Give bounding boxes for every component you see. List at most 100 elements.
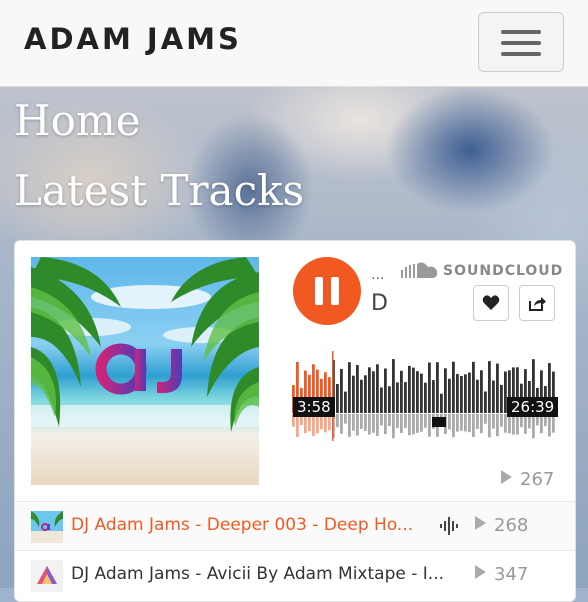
- waveform-reflection-bar: [372, 414, 375, 433]
- waveform-reflection-bar: [448, 414, 451, 430]
- waveform-icon: [439, 516, 459, 540]
- waveform-reflection-bar: [344, 414, 347, 424]
- waveform-reflection-bar: [548, 414, 551, 437]
- pause-button[interactable]: [293, 257, 361, 325]
- page-title: Home: [14, 96, 141, 145]
- play-count-icon: [475, 565, 486, 579]
- waveform-bar: [472, 361, 475, 413]
- play-count-icon: [475, 516, 486, 530]
- waveform-reflection-bar: [312, 414, 315, 436]
- waveform-reflection-bar: [400, 414, 403, 433]
- waveform-reflection-bar: [484, 414, 487, 424]
- playlist-item-plays: 347: [475, 564, 528, 585]
- waveform-reflection-bar: [376, 414, 379, 436]
- waveform-bar: [440, 393, 443, 413]
- share-button[interactable]: [519, 285, 555, 321]
- waveform-playhead[interactable]: [332, 351, 334, 441]
- waveform-reflection-bar: [384, 414, 387, 434]
- waveform-reflection-bar: [428, 414, 431, 437]
- duration-time: 26:39: [507, 397, 559, 417]
- soundcloud-logo-icon[interactable]: [401, 261, 439, 283]
- waveform-bar: [484, 391, 487, 413]
- waveform-bar: [468, 372, 471, 413]
- waveform-bar: [436, 362, 439, 413]
- waveform-bar: [420, 373, 423, 413]
- waveform-bar: [488, 361, 491, 413]
- playlist-item-title[interactable]: DJ Adam Jams - Avicii By Adam Mixtape - …: [71, 564, 444, 584]
- waveform-bar: [364, 375, 367, 413]
- waveform-reflection-bar: [356, 414, 359, 436]
- playlist-item[interactable]: DJ Adam Jams - Avicii By Adam Mixtape - …: [15, 550, 575, 599]
- waveform-scrubber[interactable]: [292, 351, 556, 441]
- waveform-reflection-bar: [416, 414, 419, 433]
- waveform-reflection-bar: [360, 414, 363, 429]
- waveform-bar: [476, 379, 479, 413]
- waveform-reflection-bar: [488, 414, 491, 438]
- waveform-bar: [460, 376, 463, 413]
- waveform-bar: [352, 375, 355, 413]
- playlist-item-title[interactable]: DJ Adam Jams - Deeper 003 - Deep Ho...: [71, 515, 413, 535]
- waveform-reflection-bar: [396, 414, 399, 428]
- waveform-reflection-bar: [336, 414, 339, 428]
- waveform-reflection-bar: [296, 414, 299, 437]
- waveform-bar: [500, 384, 503, 413]
- brand-logo-text[interactable]: ADAM JAMS: [24, 22, 242, 56]
- waveform-bar: [388, 386, 391, 413]
- track-artwork[interactable]: [31, 257, 259, 485]
- waveform-reflection-bar: [412, 414, 415, 435]
- waveform-reflection-bar: [456, 414, 459, 432]
- track-title[interactable]: D: [371, 291, 388, 316]
- section-title: Latest Tracks: [14, 166, 305, 215]
- play-count-icon: [501, 470, 512, 484]
- waveform-bar: [492, 380, 495, 413]
- waveform-bar: [356, 365, 359, 413]
- track-play-count-value: 267: [520, 469, 555, 490]
- waveform-reflection-bar: [480, 414, 483, 434]
- waveform-reflection-bar: [452, 414, 455, 438]
- waveform-reflection-bar: [468, 414, 471, 433]
- waveform-reflection-bar: [476, 414, 479, 429]
- waveform-bar: [480, 370, 483, 413]
- waveform-reflection-bar: [516, 414, 519, 435]
- waveform-bar: [408, 365, 411, 413]
- waveform-reflection-bar: [404, 414, 407, 428]
- playlist-item[interactable]: DJ Adam Jams - Deeper 003 - Deep Ho... 2…: [15, 501, 575, 550]
- waveform-bar: [452, 361, 455, 413]
- track-play-count: 267: [501, 469, 554, 490]
- waveform-bar: [396, 382, 399, 413]
- waveform-bar: [404, 382, 407, 413]
- waveform-reflection-bar: [364, 414, 367, 431]
- menu-toggle-button[interactable]: [478, 12, 564, 72]
- waveform-reflection-bar: [500, 414, 503, 427]
- waveform-bar: [348, 362, 351, 413]
- waveform-reflection-bar: [340, 414, 343, 434]
- waveform-bar: [444, 368, 447, 413]
- waveform-bar: [428, 362, 431, 413]
- comment-marker-icon[interactable]: [432, 417, 446, 427]
- waveform-bar: [456, 373, 459, 413]
- waveform-bar: [380, 387, 383, 413]
- playlist-item-plays-value: 268: [494, 515, 529, 536]
- waveform-bar: [336, 384, 339, 413]
- playlist-item-plays: 268: [475, 515, 528, 536]
- waveform-bar: [368, 367, 371, 413]
- waveform-bar: [344, 391, 347, 413]
- waveform-reflection-bar: [472, 414, 475, 437]
- waveform-bar: [464, 374, 467, 413]
- waveform-bar: [416, 371, 419, 413]
- waveform-reflection-bar: [348, 414, 351, 437]
- waveform-reflection-bar: [352, 414, 355, 431]
- waveform-reflection-bar: [408, 414, 411, 436]
- soundcloud-label[interactable]: SOUNDCLOUD: [443, 263, 563, 279]
- like-button[interactable]: [473, 285, 509, 321]
- soundcloud-player: ... D SOUNDCLOUD 3:58 26:39 267 DJ Adam …: [14, 240, 576, 602]
- waveform-bar: [412, 367, 415, 413]
- waveform-reflection-bar: [492, 414, 495, 429]
- track-user[interactable]: ...: [371, 267, 384, 283]
- waveform-bar: [384, 368, 387, 413]
- waveform-bar: [360, 379, 363, 413]
- waveform-reflection-bar: [496, 414, 499, 437]
- waveform-bar: [400, 370, 403, 413]
- navbar: ADAM JAMS: [0, 0, 588, 87]
- playlist-item-thumbnail: [31, 511, 63, 543]
